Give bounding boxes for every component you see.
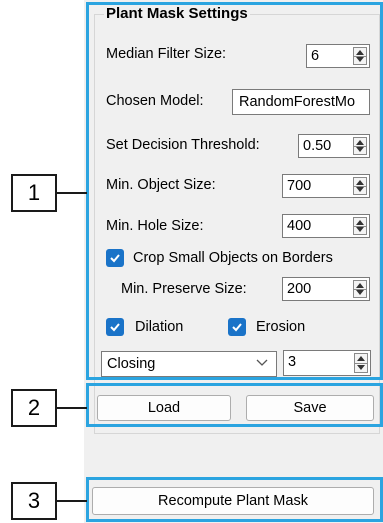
callout-3-connector [57,500,87,502]
callout-1-connector [57,192,87,194]
highlight-box-3 [86,477,383,522]
callout-3: 3 [11,482,57,520]
highlight-box-2 [86,383,383,427]
callout-1: 1 [11,174,57,212]
callout-2-connector [57,407,87,409]
highlight-box-1 [86,2,383,380]
callout-2: 2 [11,389,57,427]
